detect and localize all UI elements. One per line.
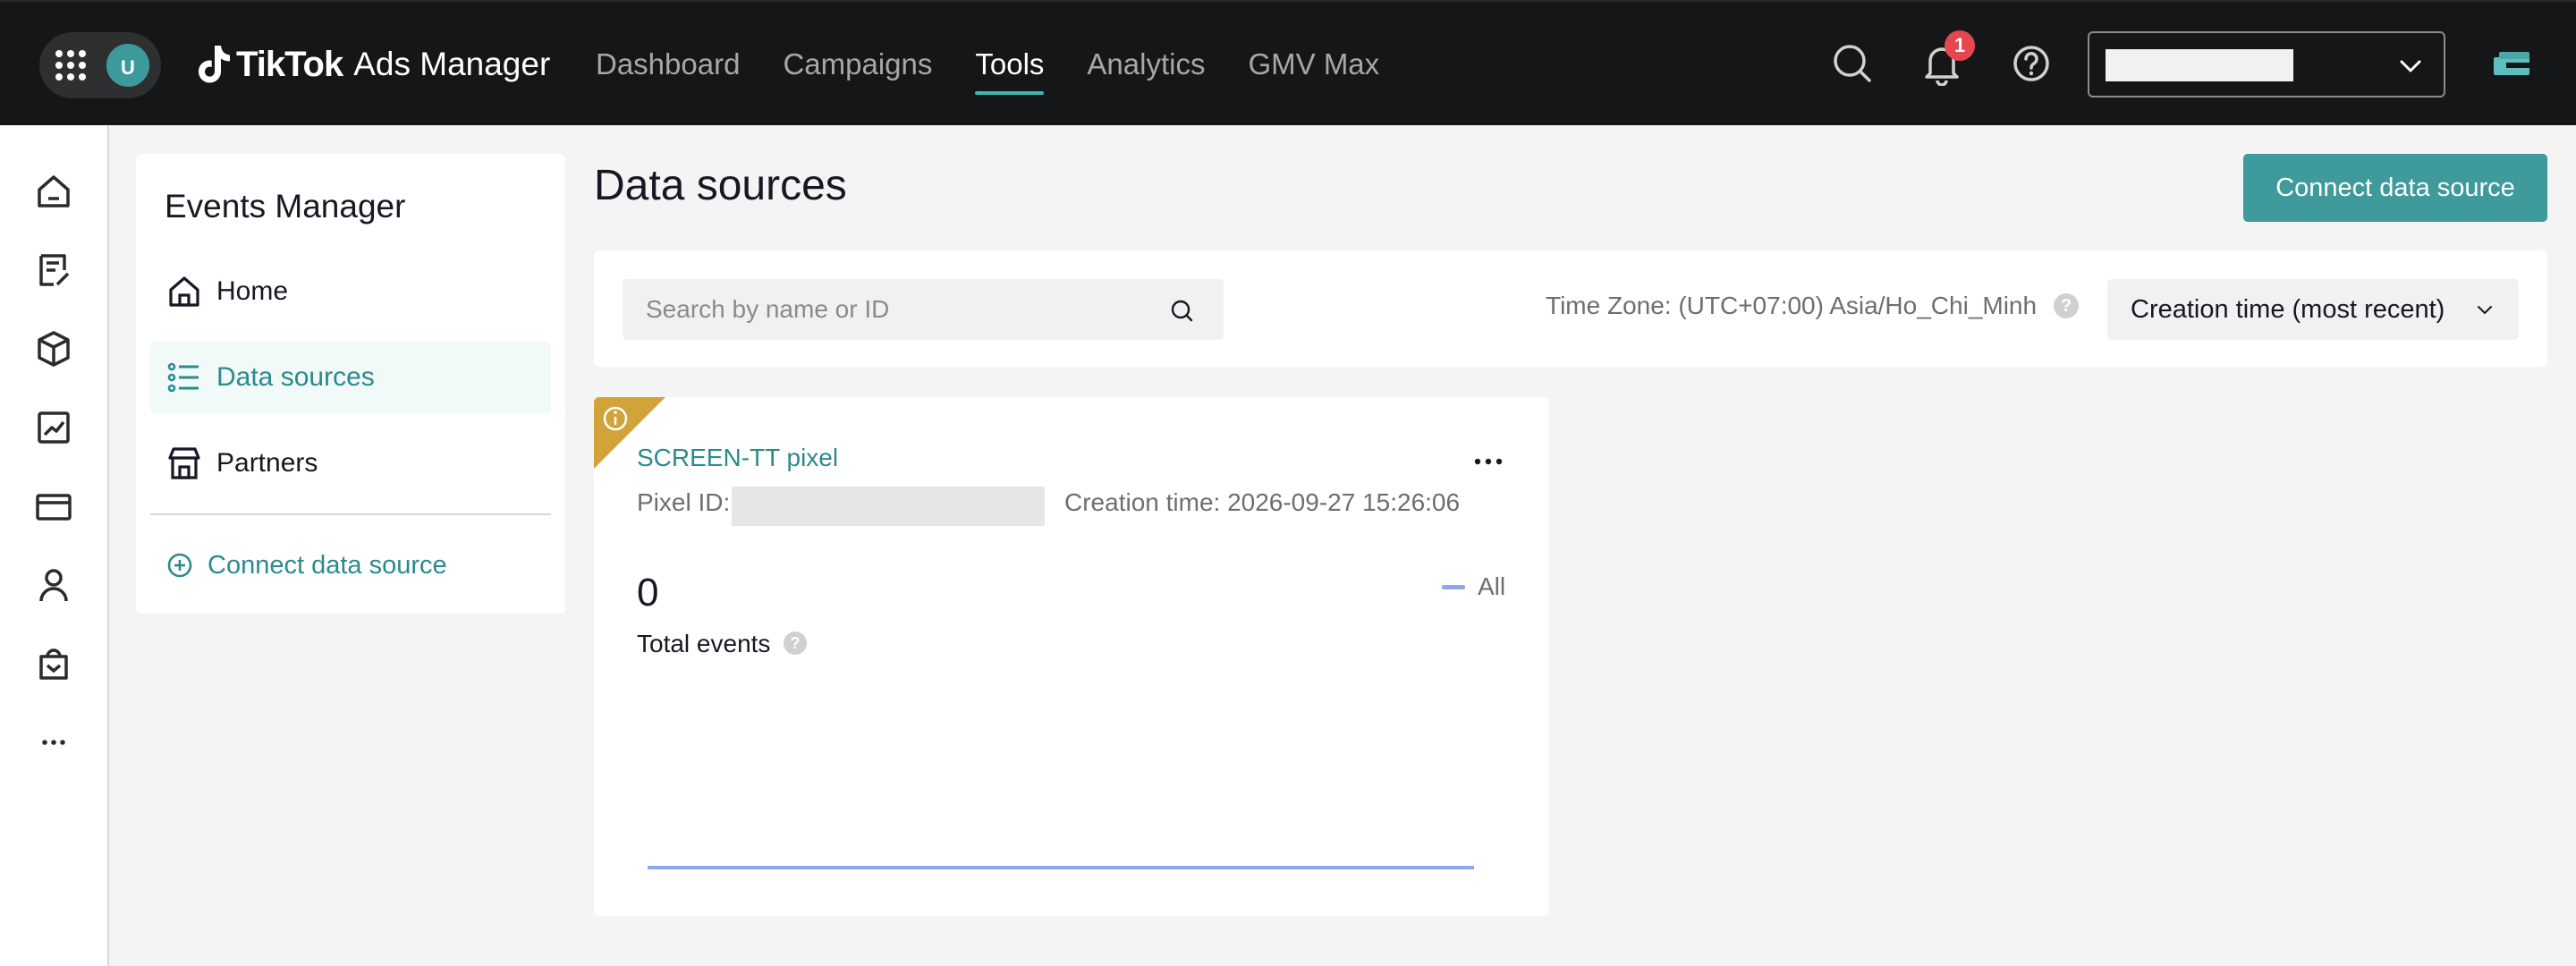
pixel-name-link[interactable]: SCREEN-TT pixel [637, 444, 838, 472]
sidebar-item-data-sources[interactable]: Data sources [150, 342, 551, 413]
search-icon[interactable] [1830, 41, 1875, 86]
connect-data-source-label: Connect data source [208, 550, 447, 580]
brand-subtitle: Ads Manager [353, 46, 551, 82]
brand-name: TikTok [236, 44, 343, 84]
apps-launcher[interactable]: U [39, 32, 161, 98]
creation-time: Creation time: 2026-09-27 15:26:06 [1064, 488, 1461, 516]
total-events-value: 0 [637, 571, 659, 614]
nav-tools[interactable]: Tools [975, 43, 1045, 97]
nav-campaigns[interactable]: Campaigns [783, 43, 932, 97]
store-icon [168, 447, 200, 479]
business-icon[interactable] [34, 644, 73, 683]
tiktok-logo-icon [199, 46, 230, 83]
briefcase-icon[interactable] [2488, 41, 2535, 88]
more-options-icon[interactable] [1470, 453, 1506, 470]
events-manager-panel: Events Manager Home Data sources Partner… [136, 154, 565, 614]
assets-icon[interactable] [34, 329, 73, 369]
sidebar-item-label: Data sources [216, 362, 375, 392]
sidebar-item-home[interactable]: Home [150, 256, 551, 327]
account-selector[interactable] [2088, 31, 2445, 97]
campaign-icon[interactable] [34, 250, 73, 290]
list-icon [167, 362, 199, 393]
search-input[interactable] [623, 279, 1224, 340]
sort-dropdown[interactable]: Creation time (most recent) [2107, 279, 2519, 340]
connect-data-source-link[interactable]: Connect data source [166, 538, 447, 592]
home-icon [169, 276, 199, 307]
notification-badge: 1 [1945, 30, 1975, 61]
nav-analytics[interactable]: Analytics [1087, 43, 1205, 97]
filter-bar: Time Zone: (UTC+07:00) Asia/Ho_Chi_Minh … [594, 250, 2547, 367]
chevron-down-icon [2478, 306, 2492, 314]
search-icon[interactable] [1170, 299, 1193, 322]
pixel-card[interactable]: SCREEN-TT pixel Pixel ID: Creation time:… [594, 397, 1549, 916]
payment-icon[interactable] [34, 487, 73, 526]
home-icon[interactable] [34, 172, 73, 211]
timezone-label: Time Zone: (UTC+07:00) Asia/Ho_Chi_Minh [1546, 292, 2038, 319]
sidebar-item-label: Home [216, 276, 289, 306]
legend-label: All [1478, 572, 1506, 600]
page-title: Data sources [594, 162, 847, 209]
legend-swatch [1442, 584, 1465, 589]
sidebar-item-label: Partners [216, 448, 318, 478]
reporting-icon[interactable] [34, 408, 73, 447]
nav-dashboard[interactable]: Dashboard [596, 43, 740, 97]
search-box [623, 279, 1224, 340]
main-nav: Dashboard Campaigns Tools Analytics GMV … [596, 43, 1422, 97]
account-icon[interactable] [34, 565, 73, 605]
chevron-down-icon [2400, 60, 2421, 72]
nav-gmv-max[interactable]: GMV Max [1248, 43, 1379, 97]
help-icon[interactable] [2009, 41, 2054, 86]
plus-circle-icon [167, 553, 192, 578]
account-name-redacted [2106, 49, 2293, 81]
left-rail [0, 125, 109, 966]
brand-logo[interactable]: TikTok Ads Manager [195, 41, 550, 88]
sort-selected-value: Creation time (most recent) [2131, 295, 2445, 324]
total-events-label: Total events [637, 630, 771, 657]
pixel-id-label: Pixel ID: [637, 488, 731, 516]
apps-icon[interactable] [55, 50, 86, 80]
total-events-help-icon[interactable]: ? [784, 631, 807, 655]
chart-legend: All [1442, 572, 1505, 601]
top-navigation-bar: U TikTok Ads Manager Dashboard Campaigns… [0, 0, 2576, 125]
divider [150, 513, 551, 515]
more-icon[interactable] [34, 723, 73, 762]
sidebar-item-partners[interactable]: Partners [150, 428, 551, 499]
connect-data-source-button[interactable]: Connect data source [2243, 154, 2547, 222]
events-chart [648, 866, 1474, 869]
panel-title: Events Manager [165, 188, 406, 225]
avatar[interactable]: U [104, 41, 152, 89]
pixel-id-redacted [732, 487, 1045, 526]
timezone-help-icon[interactable]: ? [2054, 293, 2079, 318]
